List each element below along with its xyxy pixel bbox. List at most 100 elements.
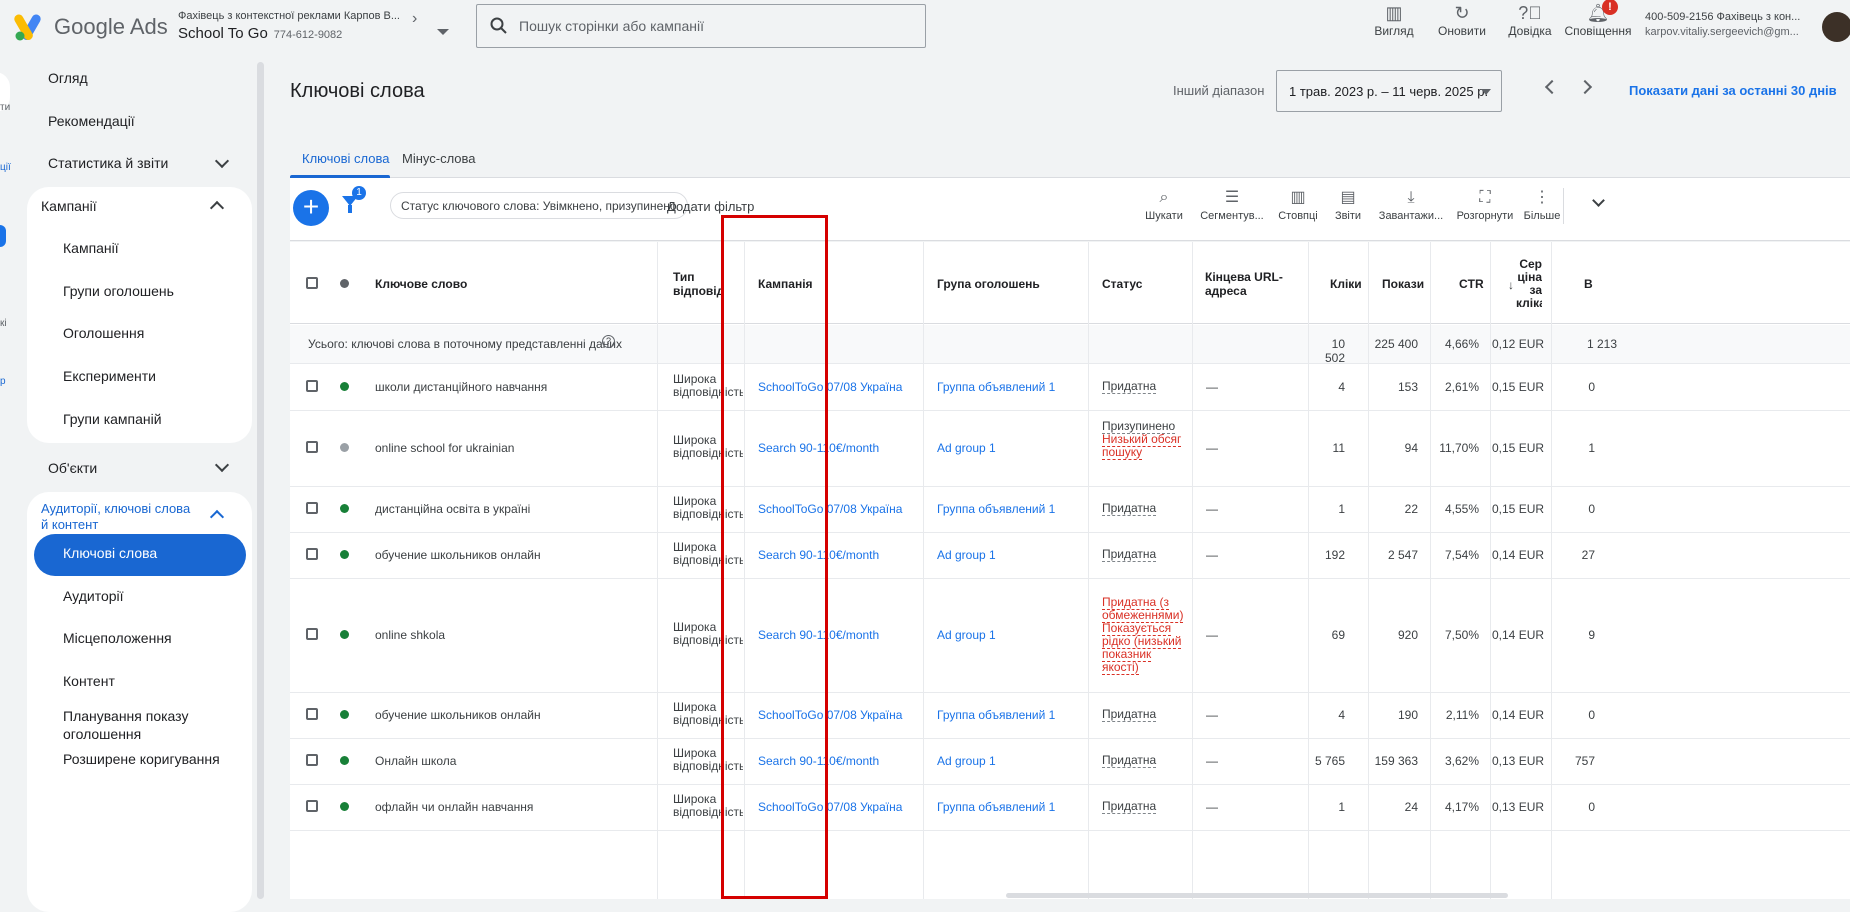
date-range-picker[interactable]: 1 трав. 2023 р. – 11 черв. 2025 р. — [1276, 70, 1502, 112]
help-icon[interactable]: ? — [602, 335, 615, 348]
sidebar-item-ad-schedule[interactable]: Планування показу оголошення — [63, 707, 213, 743]
chevron-down-icon[interactable] — [1592, 194, 1605, 207]
col-header-ctr[interactable]: CTR — [1459, 277, 1484, 291]
rail-label[interactable]: кі — [0, 318, 7, 329]
chevron-down-icon[interactable] — [214, 457, 230, 473]
ad-group-link[interactable]: Группа объявлений 1 — [937, 708, 1055, 722]
status-cell[interactable]: Придатна — [1102, 753, 1157, 768]
status-cell[interactable]: Призупинено Низький обсяг пошуку — [1102, 419, 1186, 460]
sidebar-item-ads[interactable]: Оголошення — [63, 324, 144, 342]
row-checkbox[interactable] — [306, 800, 318, 812]
sidebar-item-experiments[interactable]: Експерименти — [63, 367, 156, 385]
sidebar-item-stats[interactable]: Статистика й звіти — [48, 155, 168, 171]
rail-label[interactable]: ції — [0, 162, 11, 173]
ad-group-link[interactable]: Группа объявлений 1 — [937, 502, 1055, 516]
sidebar-item-recommendations[interactable]: Рекомендації — [48, 113, 135, 129]
sort-down-icon[interactable]: ↓ — [1508, 278, 1514, 292]
sidebar-item-placements[interactable]: Місцеположення — [63, 629, 172, 647]
col-header-impressions[interactable]: Покази — [1382, 277, 1424, 291]
status-cell[interactable]: Придатна — [1102, 799, 1157, 814]
status-cell[interactable]: Придатна — [1102, 501, 1157, 516]
ad-group-link[interactable]: Ad group 1 — [937, 754, 996, 768]
search-tool-button[interactable]: ⌕ Шукати — [1142, 186, 1186, 222]
rail-label[interactable]: р — [0, 376, 6, 387]
row-checkbox[interactable] — [306, 548, 318, 560]
chevron-up-icon[interactable] — [209, 509, 225, 525]
col-header-status[interactable]: Статус — [1102, 277, 1142, 291]
more-button[interactable]: ⋮ Більше — [1522, 186, 1562, 222]
select-all-checkbox[interactable] — [306, 277, 318, 289]
row-checkbox[interactable] — [306, 708, 318, 720]
sidebar-scrollbar[interactable] — [255, 60, 265, 899]
status-dot-icon[interactable] — [340, 443, 349, 452]
columns-button[interactable]: ▥ Стовпці — [1273, 186, 1323, 222]
col-header-avg-cpc[interactable]: Сер ціна за кліка — [1516, 258, 1542, 310]
col-header-match-type[interactable]: Тип відповідн — [673, 270, 723, 298]
tab-negative-keywords[interactable]: Мінус-слова — [402, 151, 476, 166]
sidebar-item-assets[interactable]: Об'єкти — [48, 460, 97, 476]
status-dot-icon[interactable] — [340, 802, 349, 811]
status-text[interactable]: Придатна — [1102, 547, 1157, 562]
keyword-text[interactable]: Онлайн школа — [375, 754, 456, 768]
status-cell[interactable]: Придатна — [1102, 379, 1157, 394]
segment-button[interactable]: ☰ Сегментув... — [1197, 186, 1267, 222]
avatar[interactable] — [1822, 12, 1850, 42]
keyword-text[interactable]: дистанційна освіта в україні — [375, 502, 530, 516]
keyword-text[interactable]: обучение школьников онлайн — [375, 548, 541, 562]
row-checkbox[interactable] — [306, 628, 318, 640]
ad-group-link[interactable]: Ad group 1 — [937, 548, 996, 562]
sidebar-item-content[interactable]: Контент — [63, 672, 115, 690]
ad-group-link[interactable]: Группа объявлений 1 — [937, 800, 1055, 814]
col-header-keyword[interactable]: Ключове слово — [375, 277, 467, 291]
ad-group-link[interactable]: Ad group 1 — [937, 441, 996, 455]
status-cell[interactable]: Придатна — [1102, 547, 1157, 562]
sidebar-item-keywords[interactable]: Ключові слова — [63, 544, 157, 562]
help-button[interactable]: ?⃝ Довідка — [1496, 2, 1564, 38]
sidebar-item-advanced-bid[interactable]: Розширене коригування — [63, 750, 220, 768]
sidebar-item-audiences[interactable]: Аудиторії — [63, 587, 124, 605]
status-dot-icon[interactable] — [340, 382, 349, 391]
last-30-days-link[interactable]: Показати дані за останні 30 днів — [1629, 83, 1837, 98]
sidebar-item-ad-groups[interactable]: Групи оголошень — [63, 282, 174, 300]
download-button[interactable]: ⤓ Завантажи... — [1375, 186, 1447, 222]
status-dot-icon[interactable] — [340, 630, 349, 639]
status-cell[interactable]: Придатна (з обмеженнями) Показується рідк… — [1102, 595, 1186, 675]
next-period-icon[interactable] — [1577, 79, 1593, 95]
horizontal-scrollbar[interactable] — [1006, 893, 1508, 898]
view-button[interactable]: ▥ Вигляд — [1360, 2, 1428, 38]
status-text[interactable]: Придатна — [1102, 799, 1157, 814]
sidebar-item-campaigns[interactable]: Кампанії — [63, 239, 119, 257]
status-reason[interactable]: Низький обсяг пошуку — [1102, 432, 1182, 460]
user-account[interactable]: 400-509-2156 Фахівець з кон... karpov.vi… — [1645, 10, 1800, 40]
status-dot-icon[interactable] — [340, 710, 349, 719]
keyword-text[interactable]: online school for ukrainian — [375, 441, 514, 455]
dropdown-arrow-icon[interactable] — [437, 29, 449, 35]
expand-button[interactable]: ⛶ Розгорнути — [1452, 186, 1518, 222]
status-cell[interactable]: Придатна — [1102, 707, 1157, 722]
sidebar-item-audiences-group[interactable]: Аудиторії, ключові слова й контент — [41, 501, 191, 533]
row-checkbox[interactable] — [306, 380, 318, 392]
keyword-text[interactable]: школи дистанційного навчання — [375, 380, 547, 394]
add-filter-button[interactable]: Додати фільтр — [667, 199, 754, 214]
notifications-button[interactable]: 🔔︎! Сповіщення — [1564, 0, 1632, 38]
refresh-button[interactable]: ↻ Оновити — [1428, 2, 1496, 38]
sidebar-item-campaign-groups[interactable]: Групи кампаній — [63, 410, 162, 428]
col-header-final-url[interactable]: Кінцева URL-адреса — [1205, 270, 1285, 298]
status-text[interactable]: Придатна — [1102, 501, 1157, 516]
search-box[interactable]: Пошук сторінки або кампанії — [476, 4, 926, 48]
row-checkbox[interactable] — [306, 502, 318, 514]
col-header-cost[interactable]: В — [1584, 277, 1593, 291]
chevron-right-icon[interactable]: › — [412, 10, 417, 28]
sidebar-item-campaigns-group[interactable]: Кампанії — [41, 198, 97, 214]
col-header-clicks[interactable]: Кліки — [1330, 277, 1362, 291]
col-header-ad-group[interactable]: Група оголошень — [937, 277, 1040, 291]
row-checkbox[interactable] — [306, 754, 318, 766]
status-dot-icon[interactable] — [340, 756, 349, 765]
status-reason[interactable]: Показується рідко (низький показник якос… — [1102, 621, 1182, 675]
keyword-text[interactable]: обучение школьников онлайн — [375, 708, 541, 722]
tab-keywords[interactable]: Ключові слова — [302, 151, 389, 166]
chevron-down-icon[interactable] — [214, 153, 230, 169]
keyword-text[interactable]: офлайн чи онлайн навчання — [375, 800, 533, 814]
status-text[interactable]: Придатна — [1102, 753, 1157, 768]
previous-period-icon[interactable] — [1544, 79, 1560, 95]
